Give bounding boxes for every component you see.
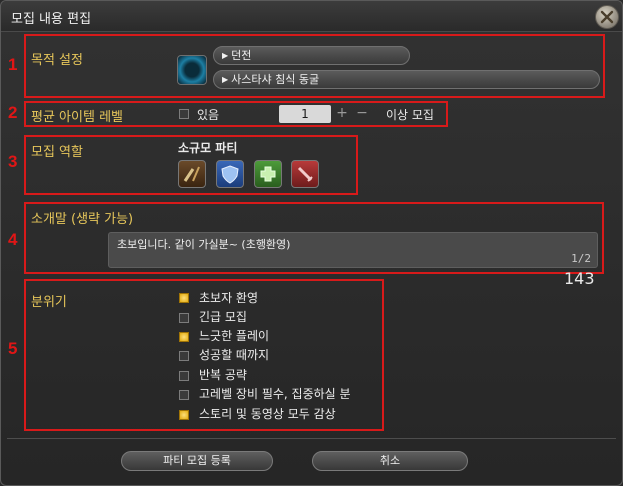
category-value: 던전 — [231, 49, 252, 62]
cancel-button[interactable]: 취소 — [312, 451, 468, 471]
triangle-right-icon: ▶ — [222, 51, 229, 60]
comment-textarea[interactable]: 초보입니다. 같이 가실분~ (초행환영) 1/2 — [108, 232, 598, 268]
mood-option-6: 스토리 및 동영상 모두 감상 — [199, 407, 336, 421]
mood-option-2: 느긋한 플레이 — [199, 329, 270, 343]
mood-option-0: 초보자 환영 — [199, 291, 259, 305]
mood-option-4: 반복 공략 — [199, 368, 247, 382]
comment-text: 초보입니다. 같이 가실분~ (초행환영) — [117, 238, 291, 251]
close-icon — [600, 10, 614, 24]
close-button[interactable] — [595, 5, 619, 29]
all-role-icon — [183, 166, 200, 182]
item-level-has-label: 있음 — [197, 108, 220, 122]
comment-page-counter: 1/2 — [571, 252, 591, 265]
item-level-label: 평균 아이템 레벨 — [31, 110, 123, 125]
item-level-input[interactable]: 1 — [279, 105, 331, 123]
mood-option-3: 성공할 때까지 — [199, 348, 270, 362]
dungeon-icon — [177, 55, 207, 85]
tank-icon — [221, 165, 239, 184]
plus-button[interactable]: + — [334, 106, 350, 122]
party-type-label: 소규모 파티 — [178, 141, 238, 155]
mood-checkbox-1[interactable] — [179, 313, 189, 323]
all-role-button[interactable] — [178, 160, 206, 188]
tank-role-button[interactable] — [216, 160, 244, 188]
mood-checkbox-0[interactable] — [179, 293, 189, 303]
item-level-checkbox[interactable] — [179, 109, 189, 119]
mood-checkbox-2[interactable] — [179, 332, 189, 342]
window-title: 모집 내용 편집 — [11, 12, 92, 27]
purpose-label: 목적 설정 — [31, 53, 83, 68]
annotation-number-1: 1 — [8, 55, 18, 74]
character-count: 143 — [564, 269, 595, 288]
dps-icon — [297, 166, 313, 182]
mood-option-1: 긴급 모집 — [199, 310, 247, 324]
annotation-number-4: 4 — [8, 230, 18, 249]
mood-label: 분위기 — [31, 295, 67, 310]
duty-select[interactable]: ▶ 사스타샤 침식 동굴 — [213, 70, 600, 89]
healer-role-button[interactable] — [254, 160, 282, 188]
mood-checkbox-5[interactable] — [179, 390, 189, 400]
submit-recruitment-button[interactable]: 파티 모집 등록 — [121, 451, 273, 471]
annotation-number-5: 5 — [8, 339, 18, 358]
triangle-right-icon: ▶ — [222, 75, 229, 84]
healer-icon — [260, 166, 276, 182]
mood-option-5: 고레벨 장비 필수, 집중하실 분 — [199, 387, 351, 401]
annotation-number-2: 2 — [8, 103, 18, 122]
recruitment-edit-window: 모집 내용 편집 1 2 3 4 5 목적 설정 ▶ 던전 ▶ 사스타샤 침식 동굴… — [0, 0, 623, 486]
comment-label: 소개말 (생략 가능) — [31, 212, 134, 227]
category-select[interactable]: ▶ 던전 — [213, 46, 410, 65]
item-level-suffix: 이상 모집 — [386, 108, 434, 122]
minus-button[interactable]: − — [354, 106, 370, 122]
footer-divider — [7, 438, 616, 439]
mood-checkbox-4[interactable] — [179, 371, 189, 381]
mood-checkbox-3[interactable] — [179, 351, 189, 361]
annotation-number-3: 3 — [8, 152, 18, 171]
mood-checkbox-6[interactable] — [179, 410, 189, 420]
roles-label: 모집 역할 — [31, 145, 83, 160]
duty-value: 사스타샤 침식 동굴 — [231, 73, 320, 86]
dps-role-button[interactable] — [291, 160, 319, 188]
title-bar[interactable]: 모집 내용 편집 — [1, 1, 622, 32]
